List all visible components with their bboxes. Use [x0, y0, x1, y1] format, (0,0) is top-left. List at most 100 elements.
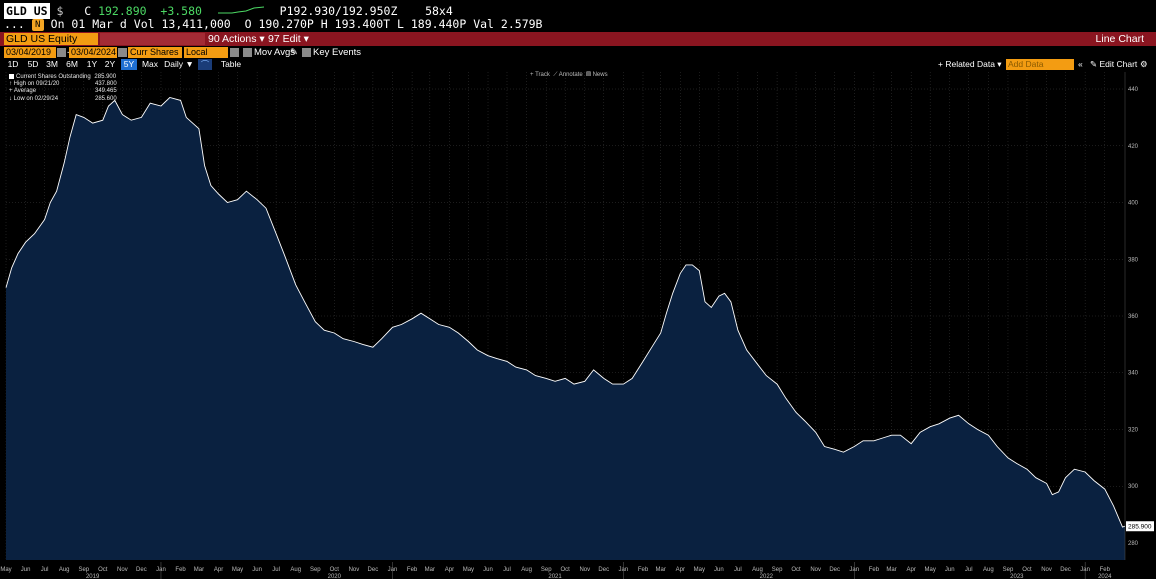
sparkline-icon — [217, 6, 264, 14]
x-month-label: Jun — [252, 567, 262, 573]
x-month-label: May — [463, 567, 474, 573]
x-month-label: Apr — [214, 567, 223, 573]
x-month-label: Jul — [734, 567, 742, 573]
x-month-label: Dec — [368, 567, 379, 573]
x-month-label: Nov — [349, 567, 360, 573]
frequency-dropdown[interactable]: Daily ▼ — [163, 59, 195, 70]
legend-low-value: 285.600 — [95, 95, 117, 102]
period-5y[interactable]: 5Y — [121, 59, 137, 70]
currency-dropdown-icon[interactable] — [230, 48, 239, 57]
pencil-icon[interactable]: ✎ — [290, 47, 298, 58]
low-label: L — [397, 17, 404, 31]
table-button[interactable]: Table — [218, 59, 244, 70]
key-events-checkbox[interactable] — [302, 48, 311, 57]
news-tool[interactable]: ▤ News — [586, 72, 607, 78]
high-label: H — [320, 17, 328, 31]
key-events-label[interactable]: Key Events — [313, 47, 361, 58]
controls-row: 03/04/2019 - 03/04/2024 Curr Shares ( Lo… — [0, 47, 1156, 68]
chart-style-icon[interactable]: ⌒ — [198, 59, 212, 70]
legend-avg-label: Average — [13, 88, 37, 95]
related-data-button[interactable]: + Related Data ▾ — [938, 59, 1002, 70]
x-month-label: Nov — [810, 567, 821, 573]
legend-low-label: Low on 02/29/24 — [13, 95, 59, 102]
y-tick-label: 420 — [1128, 144, 1139, 150]
chart-mini-toolbar: + Track ⟋ Annotate ▤ News — [530, 72, 608, 79]
x-month-label: Oct — [1022, 567, 1032, 573]
x-month-label: May — [924, 567, 935, 573]
x-month-label: Aug — [59, 567, 70, 573]
calendar-start-icon[interactable] — [57, 48, 66, 57]
legend-avg-value: 349.465 — [95, 88, 117, 95]
x-month-label: Mar — [886, 567, 896, 573]
collapse-icon[interactable]: « — [1078, 59, 1083, 70]
x-month-label: Dec — [829, 567, 840, 573]
y-tick-label: 380 — [1128, 257, 1139, 263]
add-data-input[interactable]: Add Data — [1006, 59, 1074, 70]
track-tool[interactable]: + Track — [530, 72, 550, 78]
x-month-label: Apr — [445, 567, 454, 573]
news-flag-icon[interactable]: N — [31, 18, 44, 31]
chart-type-title: Line Chart — [1095, 33, 1144, 45]
x-month-label: Mar — [425, 567, 435, 573]
period-6m[interactable]: 6M — [65, 59, 79, 70]
mov-avgs-label[interactable]: Mov Avgs — [254, 47, 295, 58]
area-series — [5, 96, 1126, 560]
x-month-label: Aug — [521, 567, 532, 573]
quote-date: On 01 Mar d — [50, 17, 127, 31]
y-tick-label: 280 — [1128, 541, 1139, 547]
edit-chart-button[interactable]: ✎ Edit Chart — [1090, 59, 1137, 70]
area-fill — [6, 97, 1125, 560]
legend: Current Shares Outstanding 285.900 ↑ Hig… — [9, 74, 117, 103]
quote-lead: ... — [4, 17, 25, 31]
period-1d[interactable]: 1D — [6, 59, 20, 70]
actions-menu[interactable]: 90 Actions ▾ — [208, 33, 265, 45]
x-year-label: 2019 — [86, 574, 100, 579]
annotate-tool[interactable]: ⟋ Annotate — [553, 72, 583, 78]
traded-value: 2.579B — [500, 17, 543, 31]
x-month-label: Sep — [772, 567, 783, 573]
period-5d[interactable]: 5D — [26, 59, 40, 70]
vol-label: Vol — [133, 17, 155, 31]
x-month-label: May — [232, 567, 243, 573]
legend-title-row[interactable]: Current Shares Outstanding 285.900 — [9, 74, 116, 81]
x-month-label: Oct — [791, 567, 801, 573]
low-price: 189.440P — [410, 17, 467, 31]
x-month-label: Jun — [714, 567, 724, 573]
x-month-label: Aug — [290, 567, 301, 573]
field-selector[interactable]: Curr Shares ( — [128, 47, 182, 68]
y-tick-label: 360 — [1128, 314, 1139, 320]
period-max[interactable]: Max — [141, 59, 159, 70]
settings-gear-icon[interactable]: ⚙ — [1140, 59, 1148, 70]
low-icon: ↓ — [9, 95, 12, 102]
volume: 13,411,000 — [161, 17, 231, 31]
x-month-label: Nov — [117, 567, 128, 573]
x-month-label: Jul — [41, 567, 49, 573]
period-3m[interactable]: 3M — [45, 59, 59, 70]
legend-low-row: ↓ Low on 02/29/24 285.600 — [9, 95, 117, 103]
val-label: Val — [473, 17, 494, 31]
x-year-label: 2022 — [760, 574, 774, 579]
start-date-field[interactable]: 03/04/2019 — [4, 47, 56, 58]
edit-menu[interactable]: 97 Edit ▾ — [268, 33, 309, 45]
calendar-end-icon[interactable] — [118, 48, 127, 57]
x-month-label: Mar — [194, 567, 204, 573]
mov-avgs-checkbox[interactable] — [243, 48, 252, 57]
x-month-label: Apr — [676, 567, 685, 573]
security-field[interactable]: GLD US Equity — [4, 33, 98, 45]
legend-high-label: High on 09/21/20 — [13, 81, 60, 88]
open-label: O — [244, 17, 252, 31]
x-month-label: Jul — [503, 567, 511, 573]
x-month-label: Aug — [752, 567, 763, 573]
end-date-field[interactable]: 03/04/2024 — [69, 47, 117, 58]
quote-bar: GLD US $ C 192.890 +3.580 P192.930/192.9… — [0, 0, 1156, 32]
x-month-label: Sep — [78, 567, 89, 573]
period-2y[interactable]: 2Y — [103, 59, 117, 70]
x-year-label: 2023 — [1010, 574, 1024, 579]
period-1y[interactable]: 1Y — [85, 59, 99, 70]
line-chart[interactable]: 280 300 320 340 360 380 400 420 440 285.900 May Ju… — [0, 70, 1156, 579]
x-month-label: Dec — [1060, 567, 1071, 573]
currency-selector[interactable]: Local CCY — [184, 47, 228, 68]
x-month-label: Feb — [869, 567, 880, 573]
x-month-label: Oct — [98, 567, 108, 573]
x-month-label: Oct — [561, 567, 571, 573]
